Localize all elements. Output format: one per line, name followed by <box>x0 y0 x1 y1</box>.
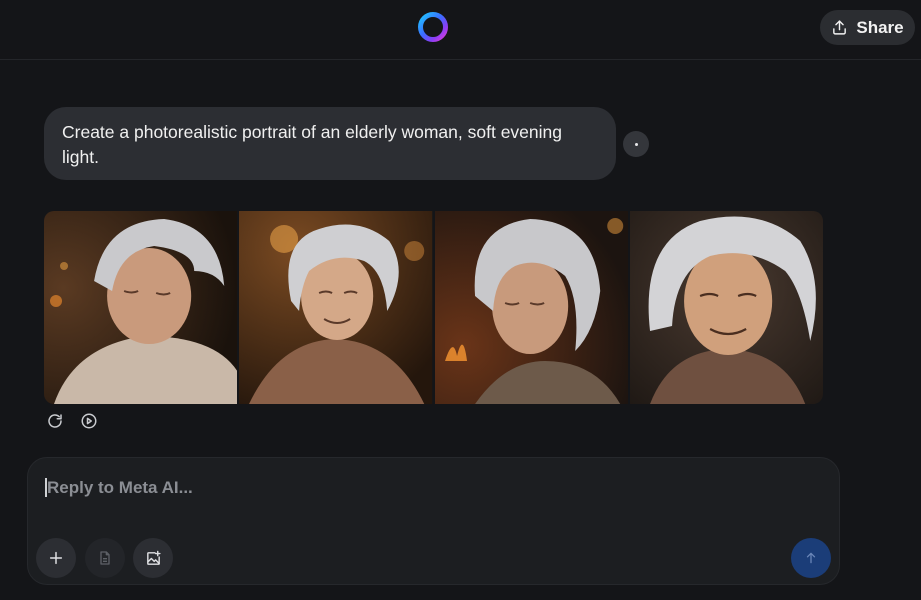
generated-images-grid <box>44 211 823 404</box>
image-actions <box>46 412 98 430</box>
user-message-bubble: Create a photorealistic portrait of an e… <box>44 107 616 180</box>
animate-play-icon[interactable] <box>80 412 98 430</box>
generated-image-3[interactable] <box>434 211 628 404</box>
share-button[interactable]: Share <box>820 10 915 45</box>
document-icon <box>100 551 110 565</box>
generated-image-1[interactable] <box>44 211 238 404</box>
message-more-button[interactable] <box>623 131 649 157</box>
share-icon <box>833 20 847 35</box>
top-bar: Share <box>0 0 921 60</box>
document-button[interactable] <box>85 538 125 578</box>
reply-composer <box>27 457 840 585</box>
add-attachment-button[interactable] <box>36 538 76 578</box>
send-arrow-icon <box>806 552 816 564</box>
add-image-icon <box>146 550 161 565</box>
generated-image-4[interactable] <box>629 211 823 404</box>
regenerate-icon[interactable] <box>46 412 64 430</box>
share-label: Share <box>856 17 904 37</box>
add-image-button[interactable] <box>133 538 173 578</box>
user-message-text: Create a photorealistic portrait of an e… <box>62 122 562 167</box>
meta-ai-logo-icon[interactable] <box>417 11 449 43</box>
ellipsis-icon <box>634 142 638 146</box>
send-button[interactable] <box>791 538 831 578</box>
reply-input[interactable] <box>47 476 787 500</box>
plus-icon <box>49 551 63 565</box>
generated-image-2[interactable] <box>239 211 433 404</box>
